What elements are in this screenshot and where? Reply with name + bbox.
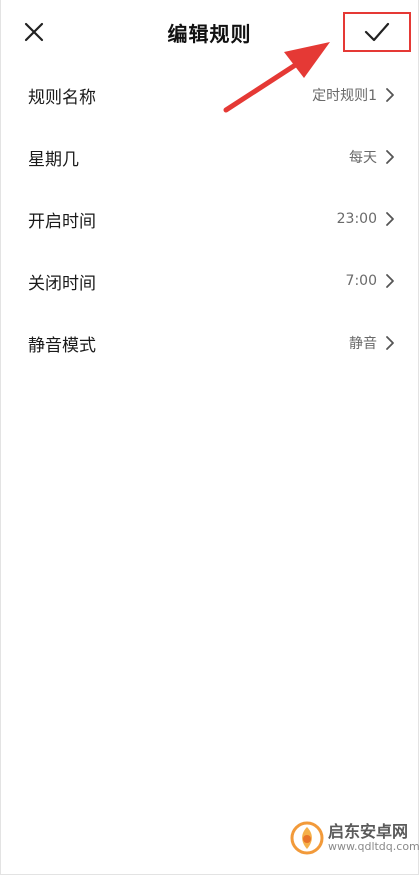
row-label: 关闭时间: [28, 273, 96, 294]
rule-settings-list: 规则名称 定时规则1 星期几 每天 开启时间 23:00 关闭时间 7:00 静…: [0, 64, 419, 374]
row-mute-mode[interactable]: 静音模式 静音: [0, 312, 419, 374]
confirm-button[interactable]: [343, 12, 411, 52]
checkmark-icon: [364, 22, 390, 42]
row-weekday[interactable]: 星期几 每天: [0, 126, 419, 188]
row-end-time[interactable]: 关闭时间 7:00: [0, 250, 419, 312]
top-bar: 编辑规则: [0, 0, 419, 64]
row-start-time[interactable]: 开启时间 23:00: [0, 188, 419, 250]
row-value: 7:00: [345, 273, 377, 289]
row-value: 每天: [349, 150, 377, 166]
row-label: 静音模式: [28, 335, 96, 356]
row-value: 定时规则1: [312, 88, 377, 104]
chevron-right-icon: [386, 150, 394, 164]
chevron-right-icon: [386, 274, 394, 288]
watermark-url: www.qdltdq.com: [328, 839, 419, 853]
watermark-name: 启东安卓网: [328, 822, 409, 842]
row-rule-name[interactable]: 规则名称 定时规则1: [0, 64, 419, 126]
row-label: 规则名称: [28, 87, 96, 108]
site-watermark: 启东安卓网 www.qdltdq.com: [290, 808, 419, 868]
row-value: 静音: [349, 336, 377, 352]
chevron-right-icon: [386, 212, 394, 226]
row-value: 23:00: [336, 211, 377, 227]
watermark-logo-icon: [290, 821, 324, 855]
chevron-right-icon: [386, 336, 394, 350]
row-label: 星期几: [28, 149, 79, 170]
row-label: 开启时间: [28, 211, 96, 232]
chevron-right-icon: [386, 88, 394, 102]
